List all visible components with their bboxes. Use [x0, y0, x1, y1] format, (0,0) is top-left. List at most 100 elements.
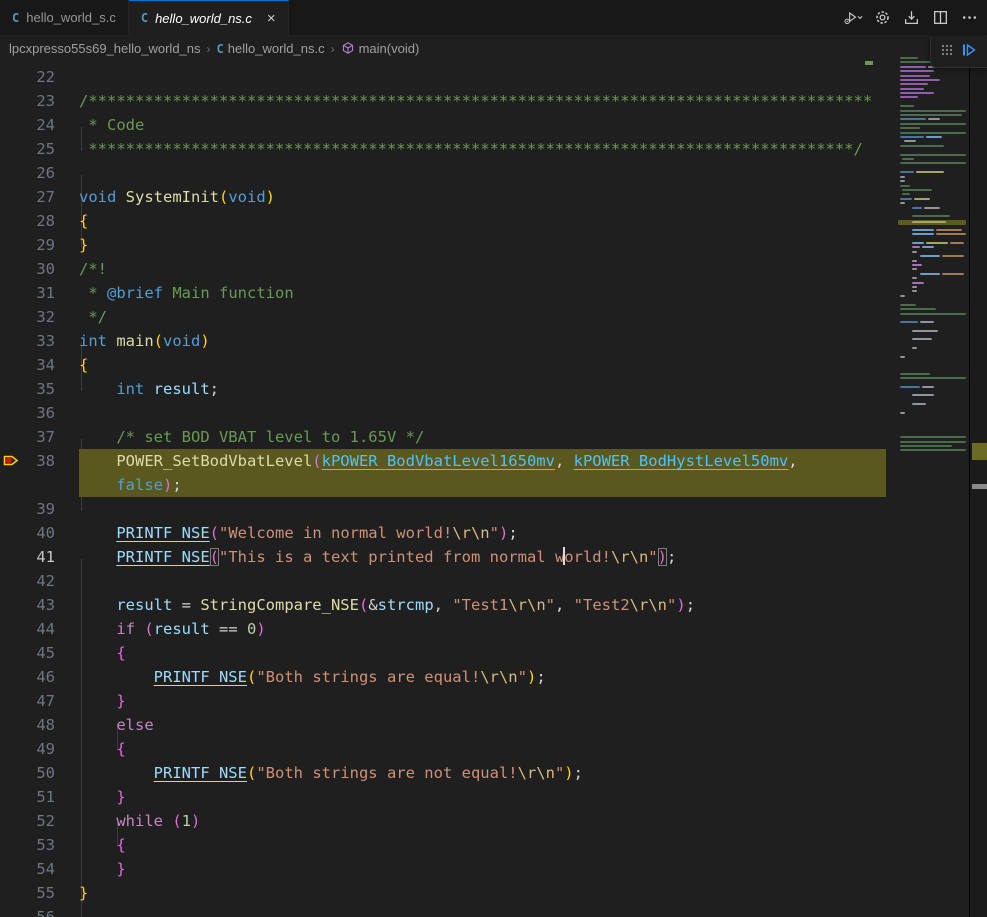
code-line[interactable]: [79, 905, 886, 917]
breadcrumb-symbol[interactable]: main(void): [341, 41, 420, 56]
split-editor-icon[interactable]: [930, 7, 950, 29]
code-token: main: [116, 332, 153, 350]
minimap-line: [900, 321, 918, 323]
code-line[interactable]: [79, 497, 886, 521]
code-line[interactable]: false);: [79, 473, 886, 497]
minimap-line: [900, 127, 920, 129]
code-line[interactable]: /*!: [79, 257, 886, 281]
code-area[interactable]: /***************************************…: [0, 62, 898, 917]
code-line[interactable]: [79, 161, 886, 185]
code-token: \r\n: [630, 596, 667, 614]
code-line[interactable]: result = StringCompare_NSE(&strcmp, "Tes…: [79, 593, 886, 617]
code-token: int: [79, 332, 107, 350]
code-token: (: [312, 452, 321, 470]
code-token: {: [79, 356, 88, 374]
code-line[interactable]: * Code: [79, 113, 886, 137]
code-token: {: [116, 740, 125, 758]
code-line[interactable]: */: [79, 305, 886, 329]
code-token: ,: [434, 596, 453, 614]
run-to-line-icon[interactable]: [961, 42, 977, 63]
code-line[interactable]: /***************************************…: [79, 89, 886, 113]
code-line[interactable]: void SystemInit(void): [79, 185, 886, 209]
code-token: [116, 188, 125, 206]
code-line[interactable]: PRINTF_NSE("Both strings are not equal!\…: [79, 761, 886, 785]
breakpoint-current-line-icon[interactable]: [2, 452, 19, 476]
code-token: [79, 548, 116, 566]
code-token: [79, 788, 116, 806]
gripper-dots-icon[interactable]: [941, 43, 953, 61]
code-token: ;: [210, 380, 219, 398]
code-token: [79, 836, 116, 854]
corner-overlay: [930, 37, 987, 68]
minimap[interactable]: [898, 55, 968, 475]
minimap-line: [942, 273, 964, 275]
code-token: ): [191, 812, 200, 830]
tab-label: hello_world_ns.c: [155, 11, 252, 26]
code-line[interactable]: PRINTF_NSE("Both strings are equal!\r\n"…: [79, 665, 886, 689]
minimap-line: [912, 290, 917, 292]
code-line[interactable]: }: [79, 857, 886, 881]
minimap-line: [912, 403, 926, 405]
code-line[interactable]: ****************************************…: [79, 137, 886, 161]
breadcrumb-file[interactable]: C hello_world_ns.c: [217, 41, 325, 56]
tab-hello-world-s[interactable]: C hello_world_s.c: [0, 0, 129, 35]
code-token: ,: [788, 452, 797, 470]
code-line[interactable]: PRINTF_NSE("This is a text printed from …: [79, 545, 886, 569]
code-line[interactable]: PRINTF_NSE("Welcome in normal world!\r\n…: [79, 521, 886, 545]
code-line[interactable]: }: [79, 881, 886, 905]
debug-run-icon[interactable]: [843, 7, 863, 29]
code-token: result: [154, 380, 210, 398]
tab-hello-world-ns[interactable]: C hello_world_ns.c ×: [129, 0, 289, 35]
breadcrumb-folder[interactable]: lpcxpresso55s69_hello_world_ns: [9, 41, 201, 56]
code-token: {: [79, 212, 88, 230]
code-line[interactable]: int main(void): [79, 329, 886, 353]
settings-gear-icon[interactable]: [872, 7, 892, 29]
editor[interactable]: 2223242526272829303132333435363738394041…: [0, 62, 898, 917]
code-line[interactable]: /* set BOD VBAT level to 1.65V */: [79, 425, 886, 449]
code-line[interactable]: if (result == 0): [79, 617, 886, 641]
minimap-line: [900, 57, 918, 59]
code-token: ): [163, 476, 172, 494]
minimap-line: [912, 207, 922, 209]
code-token: orld!: [564, 548, 611, 566]
code-line[interactable]: [79, 401, 886, 425]
code-line[interactable]: {: [79, 833, 886, 857]
minimap-line: [922, 386, 934, 388]
more-actions-icon[interactable]: [959, 7, 979, 29]
minimap-line: [912, 233, 934, 235]
install-icon[interactable]: [901, 7, 921, 29]
code-token: int: [116, 380, 144, 398]
code-line[interactable]: int result;: [79, 377, 886, 401]
code-token: ": [490, 524, 499, 542]
code-line[interactable]: {: [79, 209, 886, 233]
code-line[interactable]: [79, 569, 886, 593]
code-token: */: [79, 308, 107, 326]
code-token: ,: [555, 596, 574, 614]
code-line[interactable]: while (1): [79, 809, 886, 833]
minimap-line: [902, 189, 932, 191]
minimap-line: [912, 286, 917, 288]
minimap-line: [900, 132, 966, 134]
code-line[interactable]: }: [79, 785, 886, 809]
code-token: kPOWER_BodVbatLevel1650mv: [322, 452, 555, 470]
code-line[interactable]: POWER_SetBodVbatLevel(kPOWER_BodVbatLeve…: [79, 449, 886, 473]
minimap-line: [900, 105, 914, 107]
code-token: SystemInit: [126, 188, 219, 206]
vscode-window: C hello_world_s.c C hello_world_ns.c ×: [0, 0, 987, 917]
code-token: "Test2: [574, 596, 630, 614]
minimap-line: [912, 394, 934, 396]
code-line[interactable]: {: [79, 641, 886, 665]
code-token: Main function: [163, 284, 294, 302]
code-line[interactable]: else: [79, 713, 886, 737]
code-line[interactable]: }: [79, 689, 886, 713]
code-line[interactable]: }: [79, 233, 886, 257]
code-line[interactable]: {: [79, 353, 886, 377]
minimap-line: [900, 441, 966, 443]
minimap-line: [900, 61, 932, 63]
minimap-line: [900, 114, 962, 116]
code-token: (: [359, 596, 368, 614]
close-tab-icon[interactable]: ×: [267, 11, 276, 26]
code-line[interactable]: * @brief Main function: [79, 281, 886, 305]
code-line[interactable]: {: [79, 737, 886, 761]
code-line[interactable]: [79, 65, 886, 89]
